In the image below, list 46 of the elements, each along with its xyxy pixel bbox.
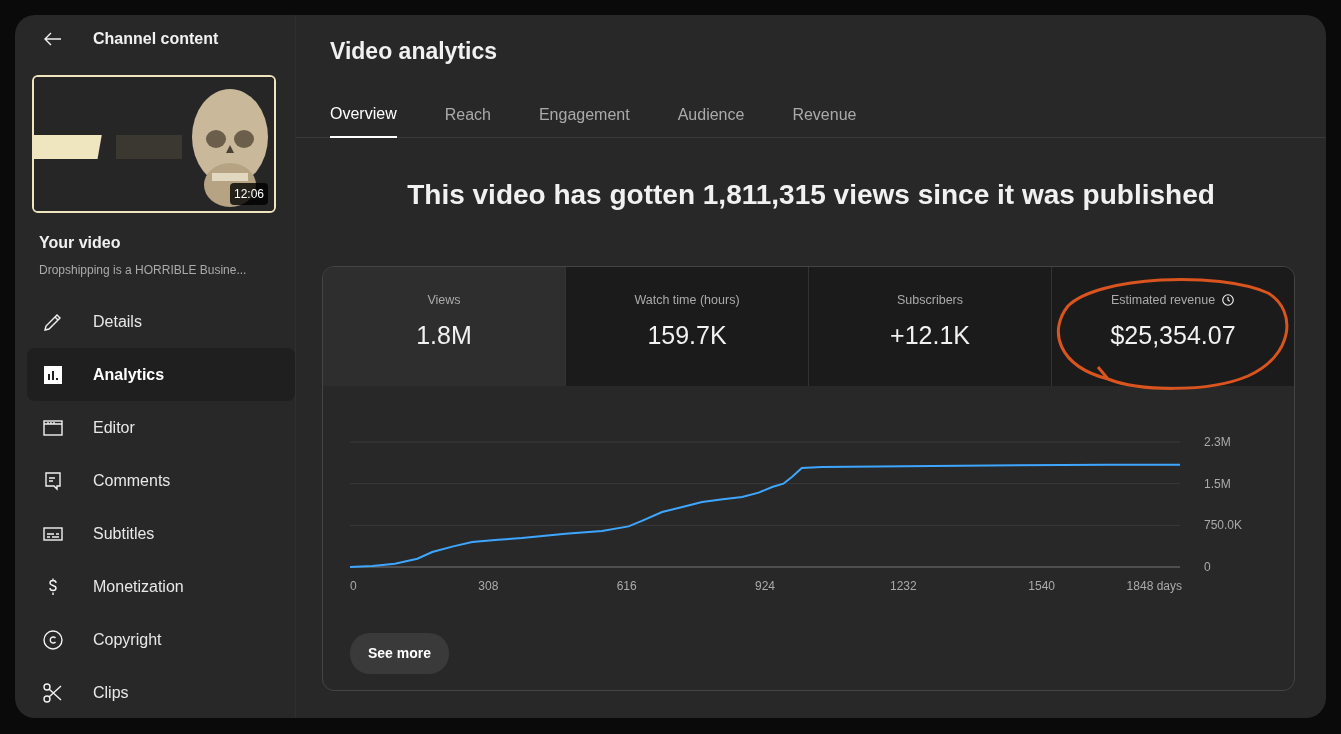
metric-value: $25,354.07 xyxy=(1109,319,1237,351)
see-more-button[interactable]: See more xyxy=(350,632,450,674)
clock-icon[interactable] xyxy=(1221,292,1236,307)
x-axis-label: 1540 xyxy=(1028,578,1055,593)
tab[interactable]: Audience xyxy=(677,92,745,138)
y-axis-label: 1.5M xyxy=(1204,476,1231,491)
metric-label: Subscribers xyxy=(897,291,963,309)
tab[interactable]: Overview xyxy=(330,92,397,138)
page-title: Video analytics xyxy=(330,37,499,66)
x-axis-label: 924 xyxy=(755,578,775,593)
sidebar-title: Channel content xyxy=(93,29,219,49)
tab[interactable]: Revenue xyxy=(792,92,857,138)
metric-tile[interactable]: Views 1.8M xyxy=(323,266,566,386)
video-duration: 12:06 xyxy=(229,183,268,205)
y-axis-label: 0 xyxy=(1204,559,1211,574)
metric-label: Estimated revenue xyxy=(1110,291,1216,309)
metric-label: Watch time (hours) xyxy=(634,291,740,309)
sidebar-item[interactable]: Monetization xyxy=(27,560,295,613)
metric-value: 1.8M xyxy=(415,319,473,351)
x-axis-label: 0 xyxy=(350,578,357,593)
sidebar-item[interactable]: Clips xyxy=(27,666,295,718)
sidebar-item[interactable]: Analytics xyxy=(27,348,295,401)
video-label: Your video xyxy=(39,233,122,253)
video-title: Dropshipping is a HORRIBLE Busine... xyxy=(39,262,248,279)
tab[interactable]: Engagement xyxy=(538,92,630,138)
headline: This video has gotten 1,811,315 views since it was published xyxy=(406,177,1216,212)
sidebar-item[interactable]: Editor xyxy=(27,401,295,454)
y-axis-label: 750.0K xyxy=(1204,517,1243,532)
metric-label: Views xyxy=(427,291,461,309)
x-axis-label: 308 xyxy=(478,578,499,593)
metric-tile[interactable]: Watch time (hours) 159.7K xyxy=(566,266,809,386)
x-axis-label: 1848 days xyxy=(1126,578,1182,593)
video-thumbnail[interactable]: 12:06 xyxy=(32,75,276,213)
sidebar-item[interactable]: Comments xyxy=(27,454,295,507)
sidebar-item[interactable]: Details xyxy=(27,295,295,348)
sidebar-item[interactable]: Subtitles xyxy=(27,507,295,560)
copyright-icon xyxy=(41,627,65,652)
tab[interactable]: Reach xyxy=(444,92,491,138)
x-axis-label: 1232 xyxy=(890,578,917,593)
x-axis-label: 616 xyxy=(616,578,637,593)
sidebar-item[interactable]: Copyright xyxy=(27,613,295,666)
y-axis-label: 2.3M xyxy=(1204,434,1231,449)
metric-value: +12.1K xyxy=(889,319,971,351)
metric-tile[interactable]: Estimated revenue $25,354.07 xyxy=(1052,266,1294,386)
metric-value: 159.7K xyxy=(646,319,728,351)
metric-tile[interactable]: Subscribers +12.1K xyxy=(809,266,1052,386)
